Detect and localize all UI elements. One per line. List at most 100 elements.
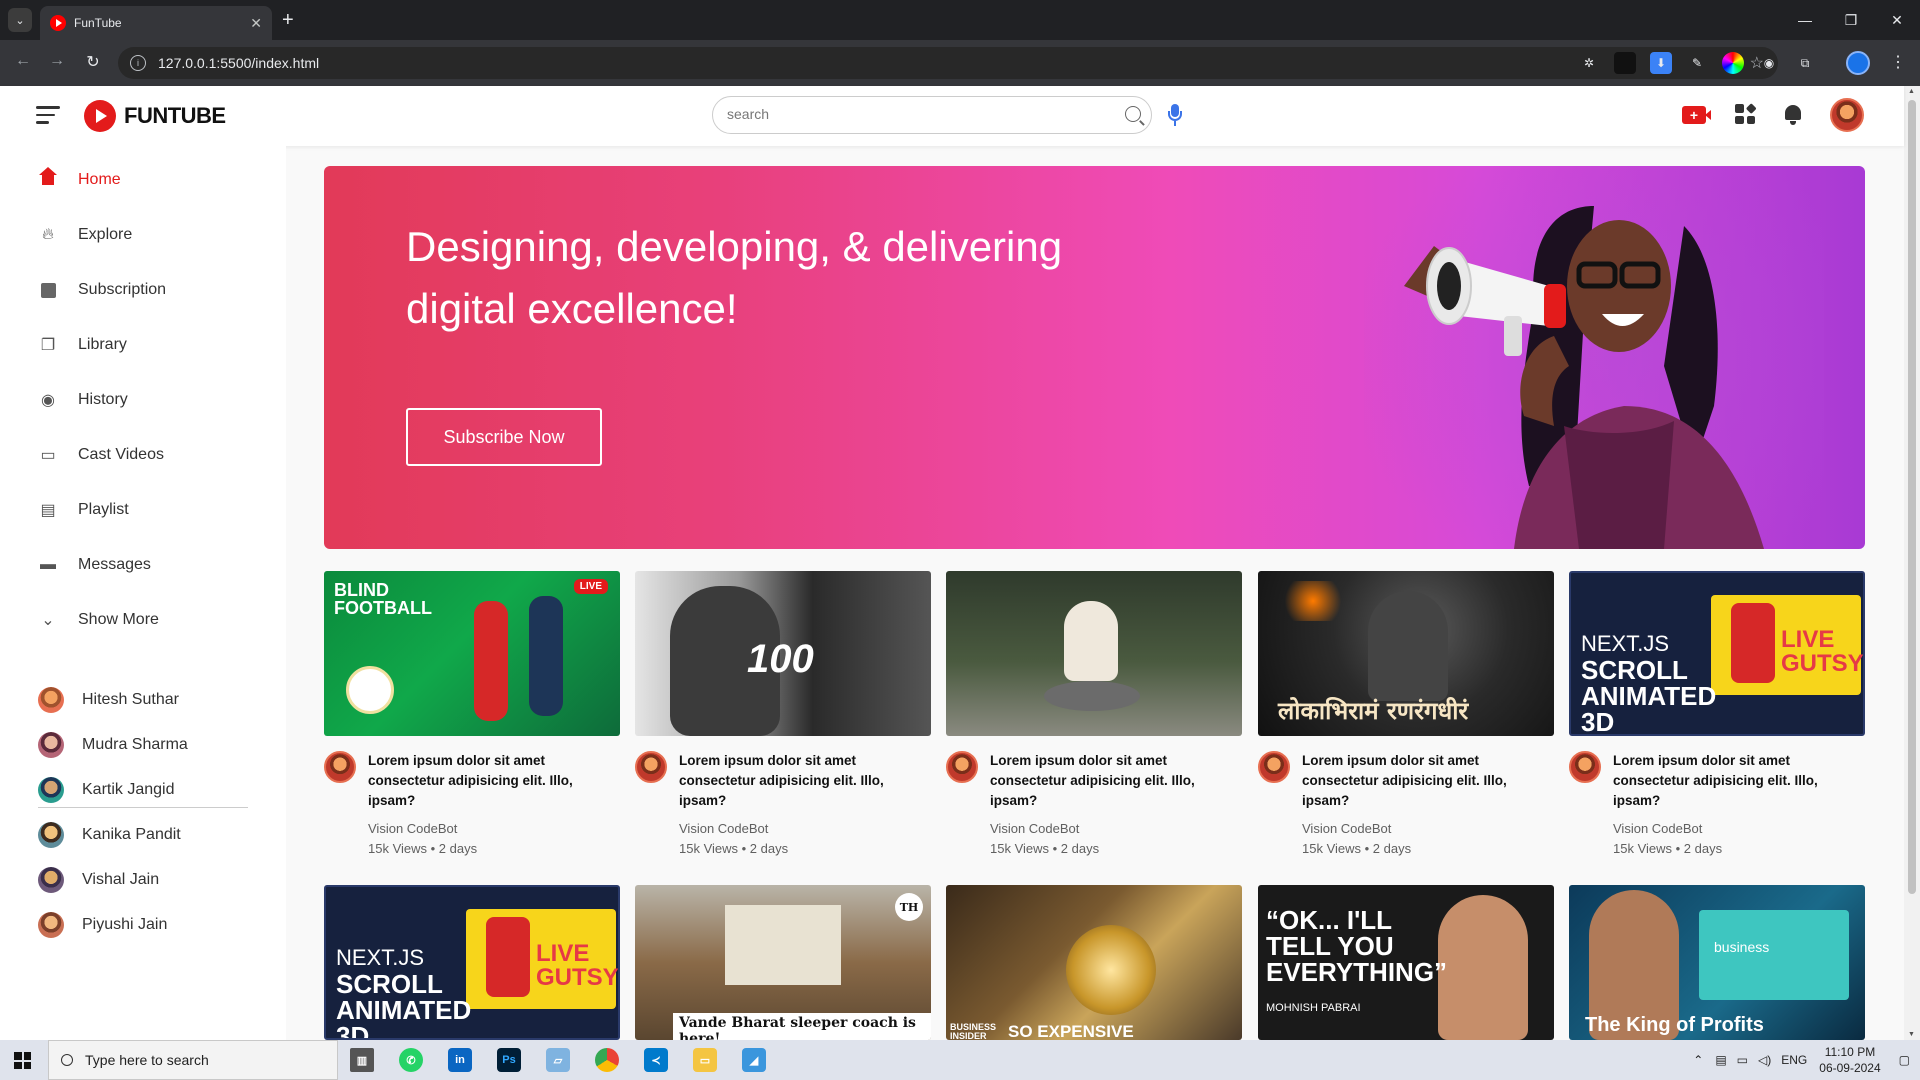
linkedin-icon[interactable]: in [448,1048,472,1072]
sidebar-item-library[interactable]: ❐ Library [38,330,127,360]
notifications-icon[interactable]: ▢ [1899,1053,1910,1067]
network-icon[interactable]: ▤ [1715,1053,1726,1067]
page-scrollbar[interactable]: ▲ ▼ [1904,86,1920,1040]
video-thumbnail[interactable]: LIVE GUTSY NEXT.JS SCROLL ANIMATED 3D WE… [324,885,620,1040]
profile-avatar[interactable] [1846,51,1870,75]
channel-name[interactable]: Vision CodeBot [990,821,1079,836]
sidebar-item-subscription[interactable]: Subscription [38,275,166,305]
subscribe-now-button[interactable]: Subscribe Now [406,408,602,466]
extension-pen-icon[interactable]: ✎ [1686,52,1708,74]
scrollbar-thumb[interactable] [1908,100,1916,894]
video-thumbnail[interactable]: BUSINESS INSIDER SO EXPENSIVE [946,885,1242,1040]
back-button[interactable]: ← [12,52,34,70]
tab-list-button[interactable]: ⌄ [8,8,32,32]
task-view-icon[interactable]: ▥ [350,1048,374,1072]
microphone-icon[interactable] [1168,104,1182,126]
video-title[interactable]: Lorem ipsum dolor sit amet consectetur a… [990,751,1242,811]
video-thumbnail[interactable]: BLIND FOOTBALL LIVE [324,571,620,736]
taskbar-apps: ▥ ✆ in Ps ▱ ≺ ▭ ◢ [350,1048,766,1072]
extension-gear-icon[interactable]: ✲ [1578,52,1600,74]
volume-icon[interactable]: ◁) [1758,1053,1771,1067]
channel-avatar[interactable] [946,751,978,783]
sidebar-item-cast-videos[interactable]: ▭ Cast Videos [38,440,164,470]
notification-bell-icon[interactable] [1784,105,1802,125]
business-brand-text: business [1714,939,1770,955]
minimize-button[interactable]: — [1782,0,1828,40]
video-thumbnail[interactable] [946,571,1242,736]
channel-avatar [38,822,64,848]
menu-icon[interactable] [36,106,60,124]
tray-chevron-icon[interactable]: ⌃ [1693,1053,1703,1067]
favicon-icon [50,15,66,31]
video-title[interactable]: Lorem ipsum dolor sit amet consectetur a… [1302,751,1554,811]
file-explorer-icon[interactable]: ▭ [693,1048,717,1072]
subscription-channel[interactable]: Piyushi Jain [38,911,167,939]
video-title[interactable]: Lorem ipsum dolor sit amet consectetur a… [679,751,931,811]
app-window-icon[interactable]: ▱ [546,1048,570,1072]
site-info-icon[interactable]: i [130,55,146,71]
vscode-icon[interactable]: ≺ [644,1048,668,1072]
search-icon[interactable] [1125,106,1141,122]
channel-name: Kartik Jangid [82,781,175,798]
subscription-channel[interactable]: Hitesh Suthar [38,686,179,714]
channel-name[interactable]: Vision CodeBot [679,821,768,836]
video-thumbnail[interactable]: लोकाभिरामं रणरंगधीरं [1258,571,1554,736]
subscription-channel[interactable]: Mudra Sharma [38,731,188,759]
channel-avatar[interactable] [324,751,356,783]
battery-icon[interactable]: ▭ [1737,1053,1748,1067]
subscription-channel[interactable]: Vishal Jain [38,866,159,894]
url-field[interactable]: i 127.0.0.1:5500/index.html ☆ [118,47,1778,79]
photos-icon[interactable]: ◢ [742,1048,766,1072]
extension-dark-icon[interactable] [1614,52,1636,74]
video-thumbnail[interactable]: TH Vande Bharat sleeper coach is here! [635,885,931,1040]
apps-grid-icon[interactable] [1735,103,1756,124]
channel-avatar[interactable] [1569,751,1601,783]
sidebar-item-playlist[interactable]: ▤ Playlist [38,495,128,525]
taskbar-clock[interactable]: 11:10 PM 06-09-2024 [1819,1044,1880,1076]
sidebar-item-explore[interactable]: 🔥︎ Explore [38,220,132,250]
sidebar-item-messages[interactable]: ▬ Messages [38,550,151,580]
new-tab-button[interactable]: + [282,8,294,32]
create-video-icon[interactable]: + [1682,106,1711,124]
extension-camera-icon[interactable]: ◉ [1758,52,1780,74]
taskbar-search[interactable]: Type here to search [48,1040,338,1080]
channel-name[interactable]: Vision CodeBot [368,821,457,836]
chrome-icon[interactable] [595,1048,619,1072]
sidebar-item-home[interactable]: Home [38,165,121,195]
sidebar-item-show-more[interactable]: ⌄ Show More [38,605,159,635]
browser-menu-icon[interactable]: ⋮ [1890,52,1906,72]
video-thumbnail[interactable]: LIVE GUTSY NEXT.JS SCROLL ANIMATED 3D WE… [1569,571,1865,736]
channel-avatar[interactable] [635,751,667,783]
extensions-puzzle-icon[interactable]: ⧉ [1794,52,1816,74]
video-thumbnail[interactable]: “OK... I'LL TELL YOU EVERYTHING” MOHNISH… [1258,885,1554,1040]
browser-tab[interactable]: FunTube ✕ [40,6,272,40]
sidebar-item-history[interactable]: ◉ History [38,385,128,415]
search-box [712,96,1152,134]
windows-start-icon[interactable] [14,1052,31,1069]
language-indicator[interactable]: ENG [1781,1053,1807,1067]
search-input[interactable] [727,106,1107,122]
forward-button[interactable]: → [46,52,68,70]
funtube-logo[interactable]: FUNTUBE [84,100,226,132]
close-window-button[interactable]: ✕ [1874,0,1920,40]
channel-name[interactable]: Vision CodeBot [1613,821,1702,836]
reload-button[interactable]: ↻ [82,52,104,72]
photoshop-icon[interactable]: Ps [497,1048,521,1072]
channel-name[interactable]: Vision CodeBot [1302,821,1391,836]
scroll-up-arrow-icon[interactable]: ▲ [1908,88,1915,95]
scroll-down-arrow-icon[interactable]: ▼ [1908,1031,1915,1038]
video-thumbnail[interactable]: business The King of Profits [1569,885,1865,1040]
extension-color-icon[interactable] [1722,52,1744,74]
extension-download-icon[interactable]: ⬇ [1650,52,1672,74]
video-title[interactable]: Lorem ipsum dolor sit amet consectetur a… [1613,751,1865,811]
channel-avatar[interactable] [1258,751,1290,783]
thumbnail-title: SCROLL ANIMATED 3D WEBSITE [336,969,472,1040]
whatsapp-icon[interactable]: ✆ [399,1048,423,1072]
subscription-channel[interactable]: Kanika Pandit [38,821,181,849]
video-thumbnail[interactable]: 100 [635,571,931,736]
video-title[interactable]: Lorem ipsum dolor sit amet consectetur a… [368,751,620,811]
user-avatar[interactable] [1830,98,1864,132]
subscription-channel[interactable]: Kartik Jangid [38,776,175,804]
restore-button[interactable]: ❐ [1828,0,1874,40]
close-tab-icon[interactable]: ✕ [250,15,262,32]
